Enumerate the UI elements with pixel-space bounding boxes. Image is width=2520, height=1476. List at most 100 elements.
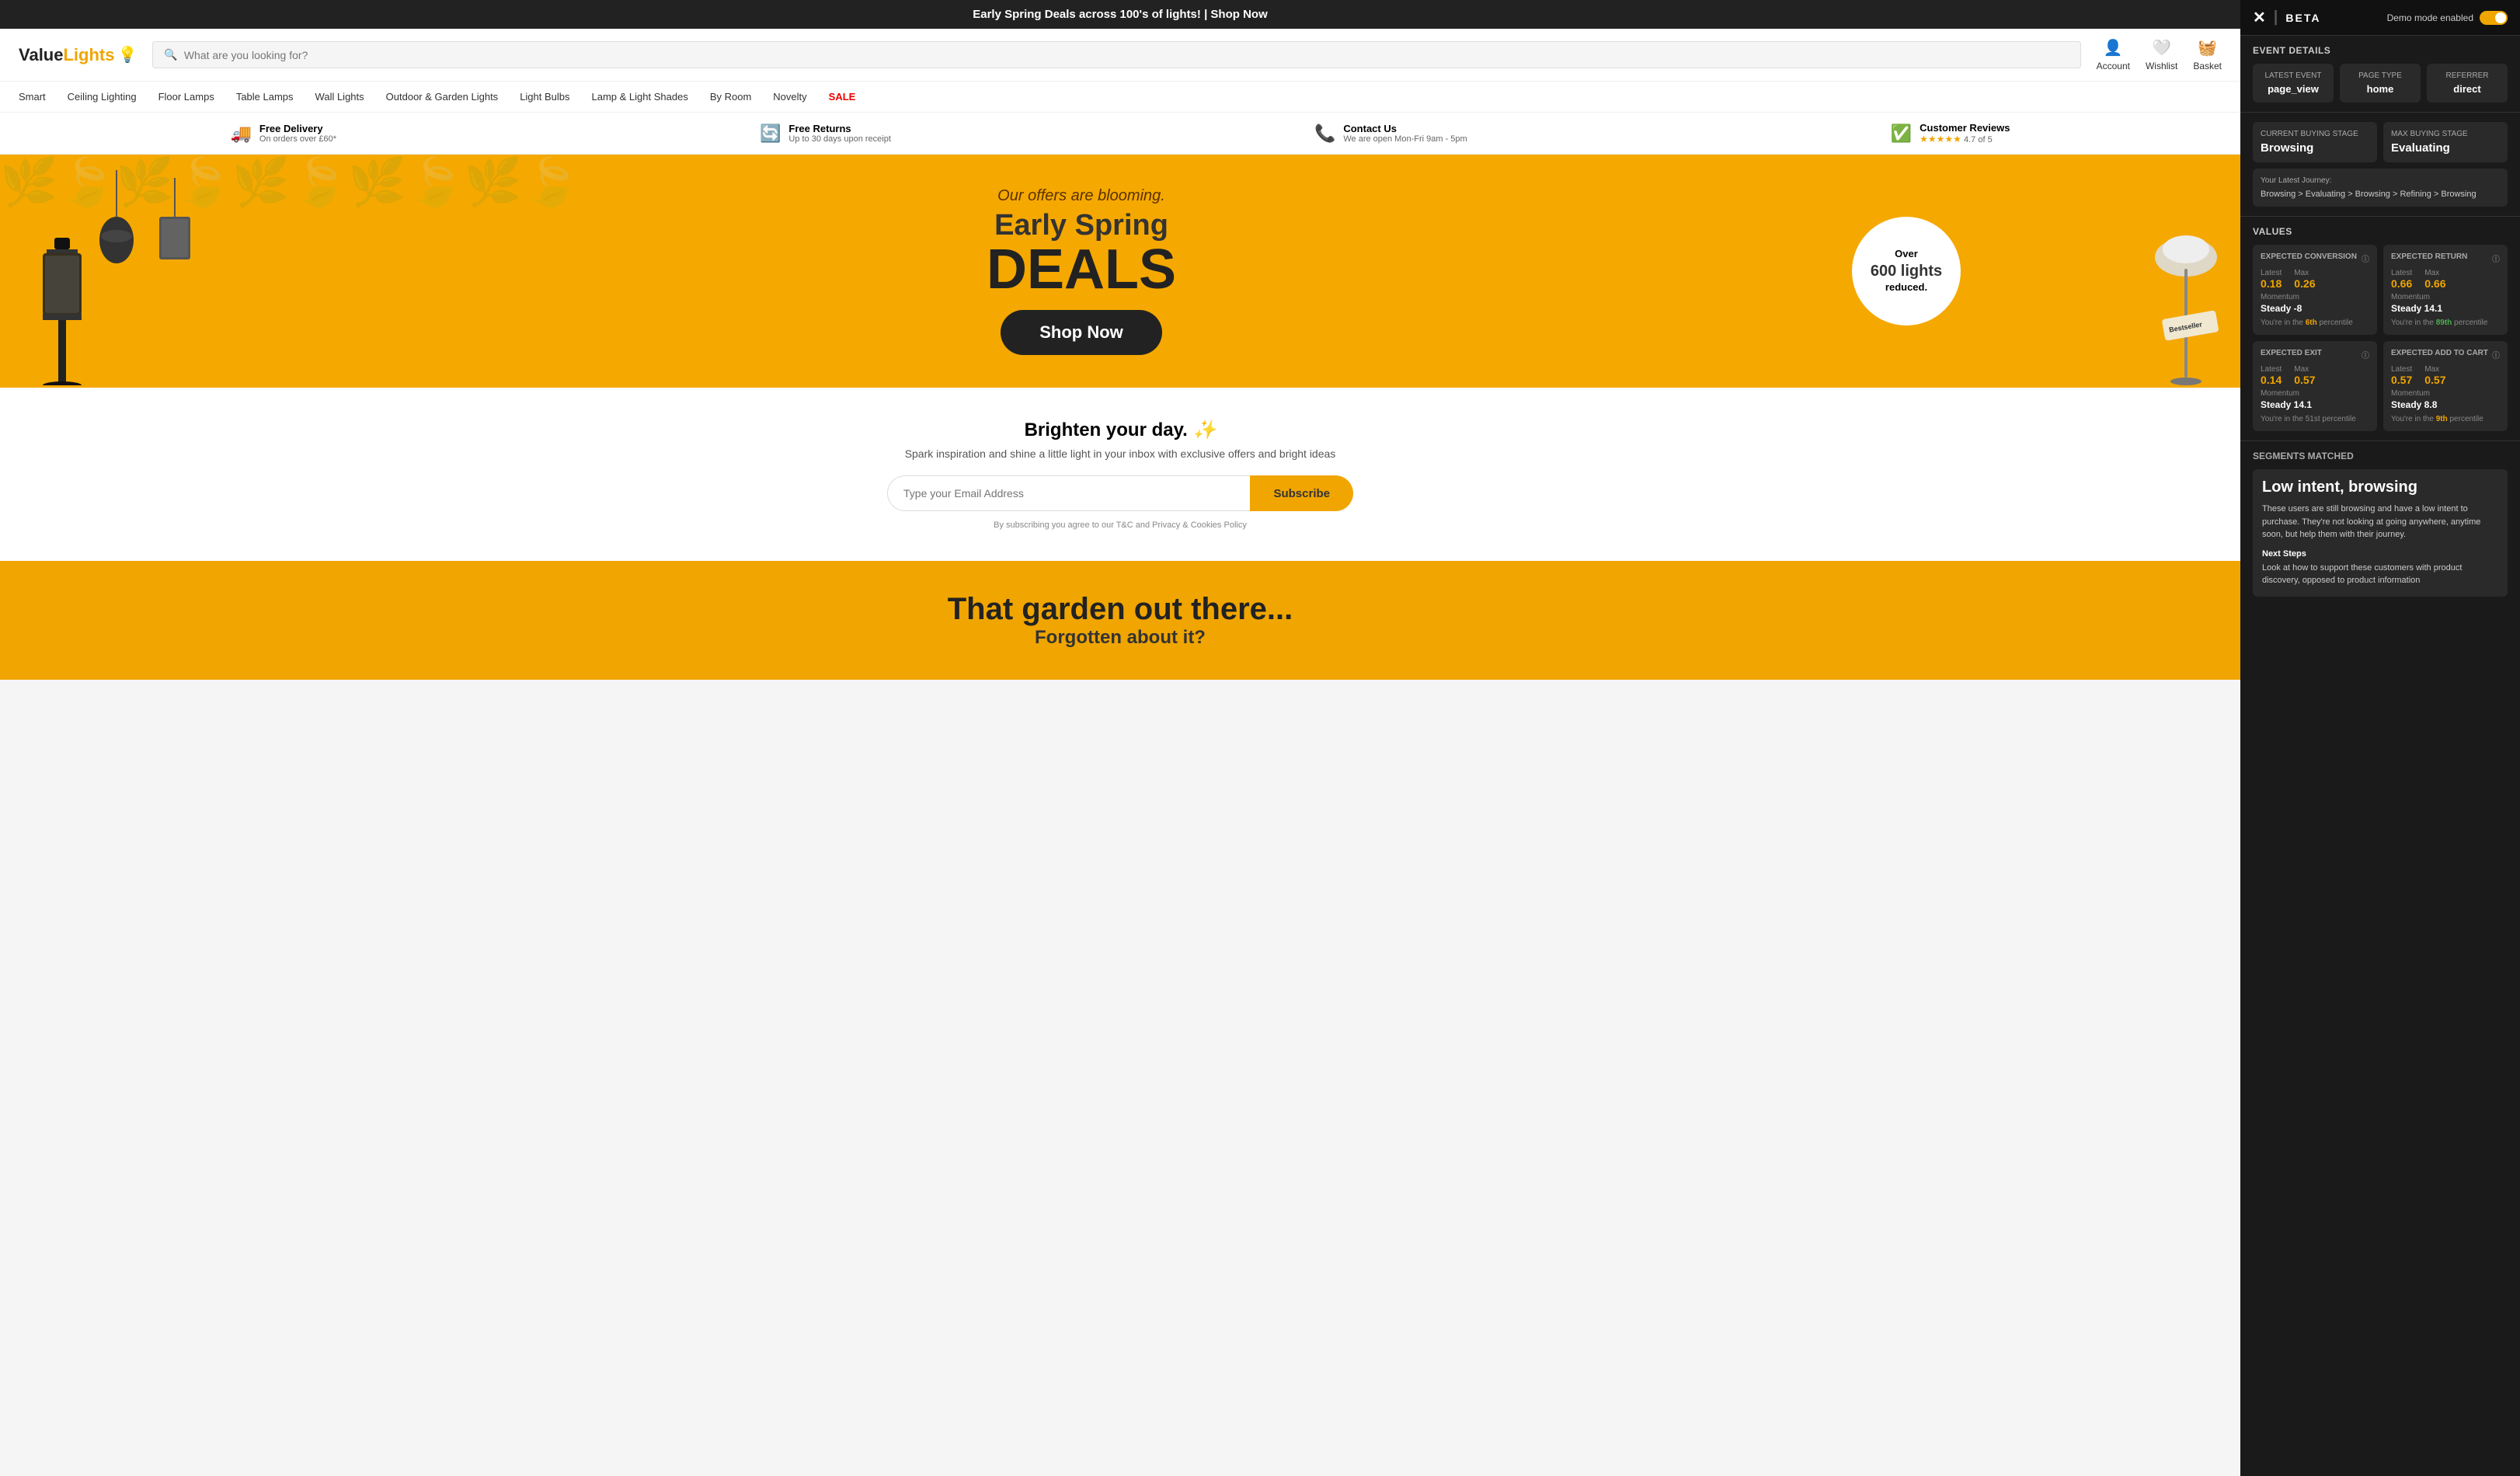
demo-mode-label: Demo mode enabled <box>2387 12 2473 23</box>
panel-x-icon: ✕ <box>2253 8 2266 27</box>
max-buying-stage-card: Max Buying Stage Evaluating <box>2383 122 2508 162</box>
segments-section: Segments Matched Low intent, browsing Th… <box>2240 441 2520 1476</box>
garden-title: That garden out there... <box>19 592 2222 627</box>
return-percentile: 89th <box>2436 319 2452 327</box>
segment-description: These users are still browsing and have … <box>2262 503 2498 541</box>
nav-item-smart[interactable]: Smart <box>19 82 46 112</box>
referrer-value: direct <box>2435 83 2500 95</box>
exit-latest: 0.14 <box>2261 374 2282 386</box>
panel-beta-label: BETA <box>2285 12 2320 24</box>
search-bar[interactable]: 🔍 <box>152 41 2080 68</box>
latest-event-label: Latest Event <box>2261 71 2326 80</box>
contact-icon: 📞 <box>1314 124 1335 144</box>
info-icon-return: ⓘ <box>2492 252 2500 264</box>
nav-item-shades[interactable]: Lamp & Light Shades <box>592 82 688 112</box>
page-type-label: Page Type <box>2348 71 2413 80</box>
expected-add-to-cart-card: EXPECTED ADD TO CART ⓘ Latest0.57 Max0.5… <box>2383 341 2508 431</box>
returns-sub: Up to 30 days upon receipt <box>788 134 890 144</box>
buying-stage-section: Current Buying Stage Browsing Max Buying… <box>2240 113 2520 217</box>
referrer-card: Referrer direct <box>2427 64 2508 103</box>
badge-line2: 600 lights <box>1871 261 1942 281</box>
logo-lights: Lights <box>63 45 114 65</box>
basket-button[interactable]: 🧺 Basket <box>2193 38 2222 71</box>
cart-max: 0.57 <box>2424 374 2445 386</box>
wishlist-label: Wishlist <box>2146 61 2177 71</box>
nav-item-sale[interactable]: SALE <box>829 82 856 112</box>
latest-event-value: page_view <box>2261 83 2326 95</box>
returns-icon: 🔄 <box>760 124 781 144</box>
shop-now-button[interactable]: Shop Now <box>1001 310 1162 355</box>
page-type-value: home <box>2348 83 2413 95</box>
journey-label: Your Latest Journey: <box>2261 176 2500 185</box>
expected-add-to-cart-title: EXPECTED ADD TO CART ⓘ <box>2391 349 2500 360</box>
cart-latest: 0.57 <box>2391 374 2412 386</box>
header-actions: 👤 Account 🤍 Wishlist 🧺 Basket <box>2097 38 2222 71</box>
logo[interactable]: ValueLights 💡 <box>19 45 137 65</box>
event-details-section: Event Details Latest Event page_view Pag… <box>2240 36 2520 113</box>
delivery-label: Free Delivery <box>259 123 336 134</box>
reviews-label: Customer Reviews <box>1920 122 2010 134</box>
email-input[interactable] <box>887 475 1250 511</box>
search-icon: 🔍 <box>164 48 177 61</box>
garden-subtitle: Forgotten about it? <box>19 627 2222 649</box>
hero-badge: Over 600 lights reduced. <box>1852 217 1961 325</box>
journey-section: Your Latest Journey: Browsing > Evaluati… <box>2253 169 2508 207</box>
event-cards: Latest Event page_view Page Type home Re… <box>2253 64 2508 103</box>
nav-item-outdoor[interactable]: Outdoor & Garden Lights <box>386 82 499 112</box>
expected-conversion-card: EXPECTED CONVERSION ⓘ Latest0.18 Max0.26… <box>2253 245 2377 335</box>
search-input[interactable] <box>184 49 2069 61</box>
delivery-sub: On orders over £60* <box>259 134 336 144</box>
reviews-icon: ✅ <box>1891 124 1912 144</box>
return-momentum: Steady 14.1 <box>2391 303 2500 314</box>
event-details-title: Event Details <box>2253 45 2508 56</box>
garden-section: That garden out there... Forgotten about… <box>0 561 2240 680</box>
nav-item-bulbs[interactable]: Light Bulbs <box>520 82 569 112</box>
max-buying-stage-label: Max Buying Stage <box>2391 130 2500 138</box>
cart-momentum: Steady 8.8 <box>2391 399 2500 410</box>
conversion-momentum: Steady -8 <box>2261 303 2369 314</box>
subscribe-subtitle: Spark inspiration and shine a little lig… <box>19 447 2222 460</box>
subscribe-form: Subscribe <box>887 475 1353 511</box>
buying-stage-cards: Current Buying Stage Browsing Max Buying… <box>2253 122 2508 162</box>
page-type-card: Page Type home <box>2340 64 2421 103</box>
return-latest: 0.66 <box>2391 277 2412 290</box>
demo-mode-switch[interactable] <box>2480 11 2508 25</box>
logo-value: Value <box>19 45 63 65</box>
returns-label: Free Returns <box>788 123 890 134</box>
header: ValueLights 💡 🔍 👤 Account 🤍 Wishlist 🧺 <box>0 29 2240 82</box>
nav-item-table[interactable]: Table Lamps <box>236 82 294 112</box>
expected-return-card: EXPECTED RETURN ⓘ Latest0.66 Max0.66 Mom… <box>2383 245 2508 335</box>
info-icon-exit: ⓘ <box>2362 349 2369 360</box>
exit-percentile: 51st <box>2306 415 2320 423</box>
badge-line1: Over <box>1895 248 1918 261</box>
demo-mode-toggle[interactable]: Demo mode enabled <box>2387 11 2508 25</box>
badge-line3: reduced. <box>1885 281 1927 294</box>
exit-momentum: Steady 14.1 <box>2261 399 2369 410</box>
nav-item-room[interactable]: By Room <box>710 82 751 112</box>
account-icon: 👤 <box>2104 38 2123 57</box>
nav-item-floor[interactable]: Floor Lamps <box>158 82 214 112</box>
subscribe-button[interactable]: Subscribe <box>1250 475 1353 511</box>
free-returns-item: 🔄 Free Returns Up to 30 days upon receip… <box>760 122 891 144</box>
subscribe-legal: By subscribing you agree to our T&C and … <box>19 520 2222 530</box>
wishlist-button[interactable]: 🤍 Wishlist <box>2146 38 2177 71</box>
contact-sub: We are open Mon-Fri 9am - 5pm <box>1343 134 1467 144</box>
hero-title: Early Spring <box>78 210 2085 242</box>
rating-value: 4.7 of 5 <box>1964 135 1993 144</box>
referrer-label: Referrer <box>2435 71 2500 80</box>
right-panel: ✕ | BETA Demo mode enabled Event Details… <box>2240 0 2520 1476</box>
nav-item-ceiling[interactable]: Ceiling Lighting <box>68 82 137 112</box>
account-button[interactable]: 👤 Account <box>2097 38 2130 71</box>
next-steps-text: Look at how to support these customers w… <box>2262 562 2498 587</box>
exit-max: 0.57 <box>2294 374 2315 386</box>
star-rating: ★★★★★ <box>1920 134 1961 144</box>
max-buying-stage-value: Evaluating <box>2391 141 2500 155</box>
expected-conversion-title: EXPECTED CONVERSION ⓘ <box>2261 252 2369 264</box>
nav-item-novelty[interactable]: Novelty <box>773 82 806 112</box>
subscribe-title: Brighten your day. ✨ <box>19 419 2222 441</box>
nav-item-wall[interactable]: Wall Lights <box>315 82 364 112</box>
journey-path: Browsing > Evaluating > Browsing > Refin… <box>2261 190 2500 199</box>
free-delivery-item: 🚚 Free Delivery On orders over £60* <box>231 122 336 144</box>
wishlist-icon: 🤍 <box>2152 38 2171 57</box>
basket-icon: 🧺 <box>2198 38 2217 57</box>
